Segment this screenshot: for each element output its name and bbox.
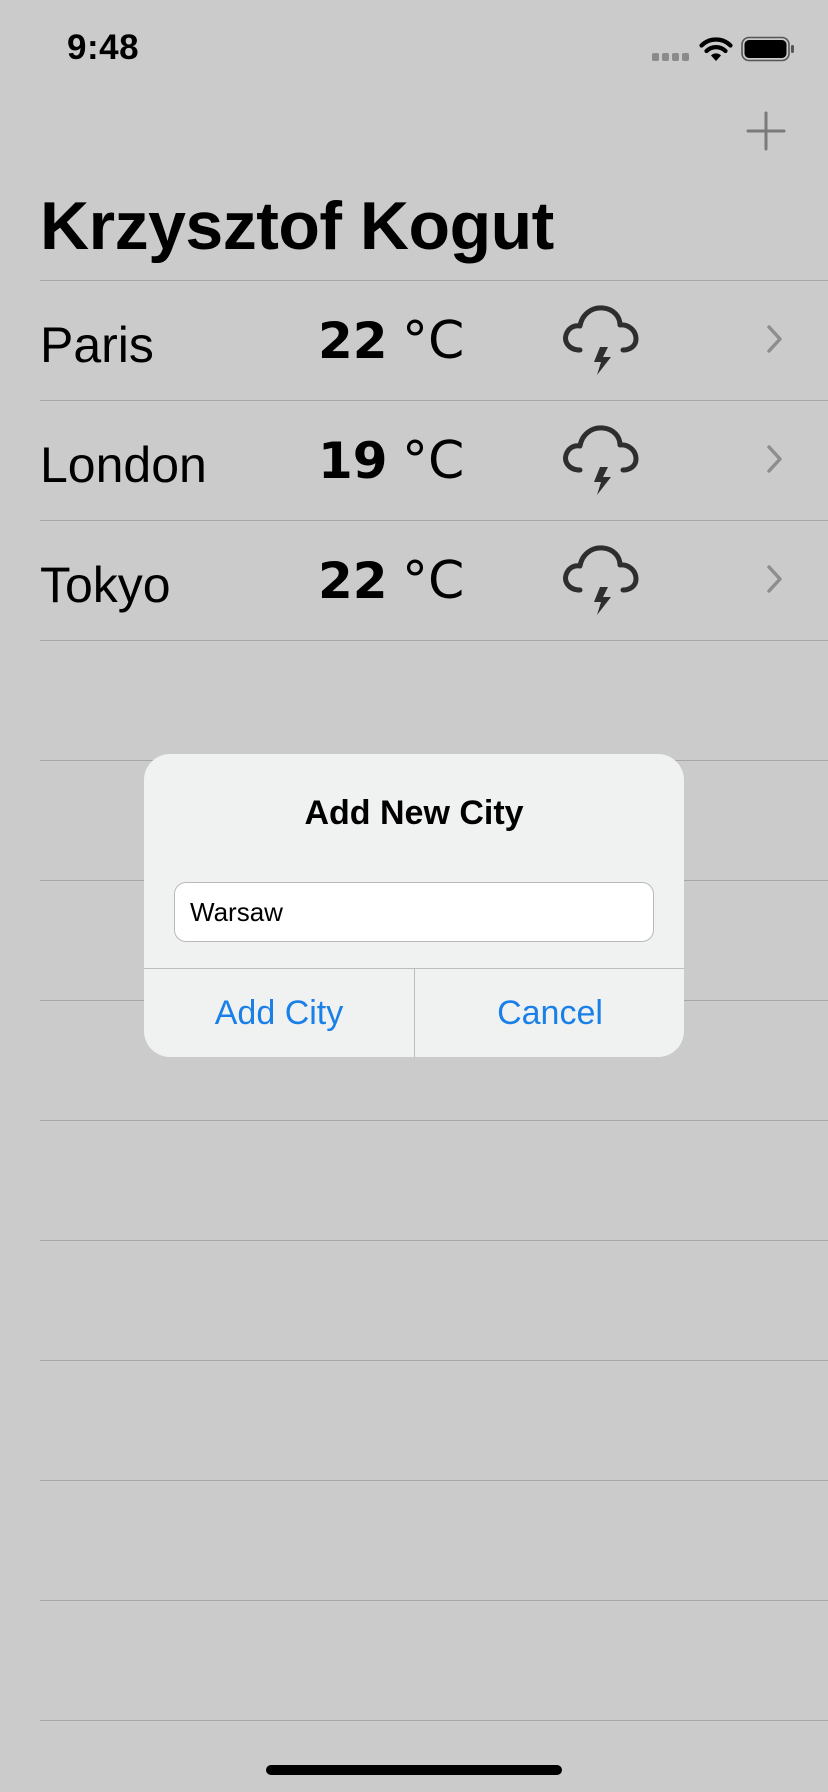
- city-row-paris[interactable]: Paris 22 °C: [40, 280, 828, 400]
- status-time: 9:48: [67, 28, 140, 67]
- temperature-unit: °C: [402, 431, 465, 491]
- chevron-right-icon: [767, 445, 782, 473]
- empty-row: [40, 1120, 828, 1240]
- status-bar: 9:48: [0, 0, 828, 100]
- city-name: Tokyo: [40, 557, 171, 613]
- city-temperature: 22 °C: [318, 311, 464, 371]
- alert-title: Add New City: [304, 794, 524, 832]
- city-row-tokyo[interactable]: Tokyo 22 °C: [40, 520, 828, 640]
- thunderstorm-icon: [563, 545, 639, 615]
- battery-icon: [741, 36, 794, 62]
- city-name-input[interactable]: [174, 882, 654, 942]
- wifi-icon: [699, 37, 733, 61]
- thunderstorm-icon: [563, 425, 639, 495]
- temperature-value: 22: [318, 312, 388, 370]
- temperature-unit: °C: [402, 551, 465, 611]
- add-city-button[interactable]: [740, 105, 792, 157]
- empty-row: [40, 1600, 828, 1721]
- cancel-button[interactable]: Cancel: [414, 969, 684, 1057]
- alert-button-bar: Add City Cancel: [144, 968, 684, 1057]
- chevron-right-icon: [767, 325, 782, 353]
- city-temperature: 19 °C: [318, 431, 464, 491]
- add-city-confirm-button[interactable]: Add City: [144, 969, 414, 1057]
- plus-icon: [746, 111, 786, 151]
- empty-row: [40, 1240, 828, 1360]
- city-row-london[interactable]: London 19 °C: [40, 400, 828, 520]
- cellular-signal-icon: [652, 53, 689, 61]
- city-temperature: 22 °C: [318, 551, 464, 611]
- thunderstorm-icon: [563, 305, 639, 375]
- page-title: Krzysztof Kogut: [40, 188, 554, 264]
- temperature-unit: °C: [402, 311, 465, 371]
- empty-row: [40, 1360, 828, 1480]
- city-name: London: [40, 437, 207, 493]
- temperature-value: 22: [318, 552, 388, 610]
- home-indicator[interactable]: [266, 1765, 562, 1775]
- weather-app-screen: 9:48 Krzysztof Kogut Paris 22 °C London …: [0, 0, 828, 1792]
- chevron-right-icon: [767, 565, 782, 593]
- temperature-value: 19: [318, 432, 388, 490]
- empty-row: [40, 1480, 828, 1600]
- city-name: Paris: [40, 317, 154, 373]
- add-city-alert: Add New City Add City Cancel: [144, 754, 684, 1057]
- empty-row: [40, 640, 828, 760]
